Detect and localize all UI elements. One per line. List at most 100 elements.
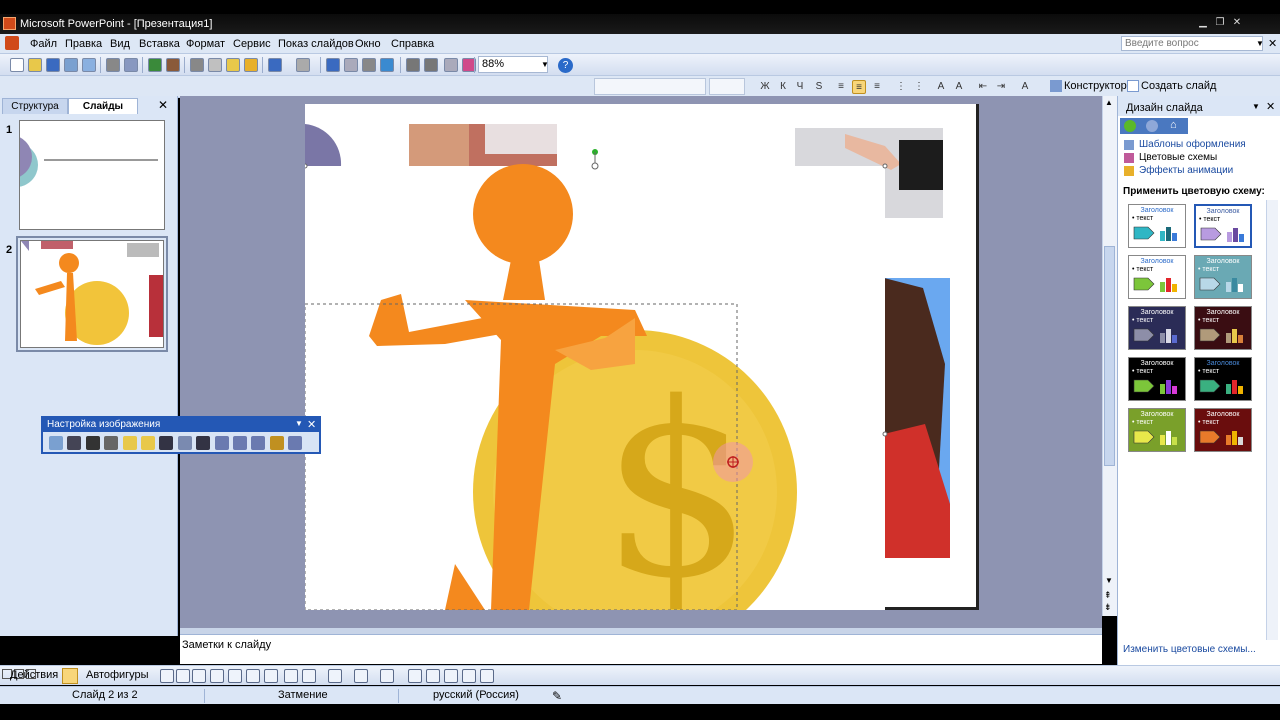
- link-edit-color-schemes[interactable]: Изменить цветовые схемы...: [1123, 644, 1256, 655]
- color-scheme-swatch[interactable]: Заголовок • текст: [1128, 408, 1186, 452]
- back-icon[interactable]: [1124, 120, 1136, 132]
- designer-button[interactable]: Конструктор: [1064, 80, 1127, 92]
- color-scheme-swatch[interactable]: Заголовок • текст: [1194, 408, 1252, 452]
- scroll-up-icon[interactable]: ▲: [1105, 98, 1113, 107]
- shadow-style-icon[interactable]: [462, 669, 476, 683]
- shadow-icon[interactable]: S: [812, 80, 826, 94]
- wordart-icon[interactable]: [246, 669, 260, 683]
- decrease-font-icon[interactable]: A: [952, 80, 966, 94]
- color-scheme-swatch[interactable]: Заголовок • текст: [1128, 357, 1186, 401]
- close-icon[interactable]: ✕: [1230, 17, 1244, 29]
- menu-item[interactable]: Показ слайдов: [278, 38, 354, 50]
- cut-icon[interactable]: [190, 58, 204, 72]
- tab-slides[interactable]: Слайды: [68, 98, 138, 114]
- line-style-icon[interactable]: [408, 669, 422, 683]
- select-objects-icon[interactable]: [62, 668, 78, 684]
- document-icon[interactable]: [5, 36, 19, 50]
- copy-icon[interactable]: [208, 58, 222, 72]
- bold-icon[interactable]: Ж: [758, 80, 772, 94]
- more-brightness-icon[interactable]: [122, 436, 137, 450]
- link-animation-effects[interactable]: Эффекты анимации: [1139, 165, 1233, 176]
- transparent-color-icon[interactable]: [269, 436, 284, 450]
- task-pane-scrollbar[interactable]: [1266, 200, 1278, 640]
- previous-slide-icon[interactable]: ⇞: [1104, 590, 1112, 601]
- increase-indent-icon[interactable]: ⇥: [994, 80, 1008, 94]
- align-left-icon[interactable]: ≡: [834, 80, 848, 94]
- menu-item[interactable]: Вид: [110, 38, 130, 50]
- fill-color-icon[interactable]: [328, 669, 342, 683]
- numbering-icon[interactable]: ⋮: [894, 80, 908, 94]
- less-contrast-icon[interactable]: [104, 436, 119, 450]
- current-slide[interactable]: $: [305, 104, 979, 610]
- font-color-icon[interactable]: [380, 669, 394, 683]
- zoom-box[interactable]: 88%: [478, 56, 548, 73]
- compress-icon[interactable]: [214, 436, 229, 450]
- align-right-icon[interactable]: ≡: [870, 80, 884, 94]
- font-name-select[interactable]: [594, 78, 706, 95]
- autoshapes-menu[interactable]: Автофигуры: [86, 669, 149, 681]
- menu-item[interactable]: Формат: [186, 38, 225, 50]
- scroll-down-icon[interactable]: ▼: [1105, 576, 1113, 585]
- line-icon[interactable]: [160, 669, 174, 683]
- tables-borders-icon[interactable]: [362, 58, 376, 72]
- menu-item[interactable]: Справка: [391, 38, 434, 50]
- pane-menu-icon[interactable]: ▼: [1252, 102, 1260, 111]
- bullets-icon[interactable]: ⋮: [912, 80, 926, 94]
- diagram-icon[interactable]: [264, 669, 278, 683]
- reset-picture-icon[interactable]: [288, 436, 303, 450]
- toolbar-options-icon[interactable]: ▼: [295, 419, 303, 428]
- format-painter-icon[interactable]: [244, 58, 258, 72]
- close-task-pane-icon[interactable]: ✕: [1266, 100, 1275, 113]
- italic-icon[interactable]: К: [776, 80, 790, 94]
- zoom-dropdown-icon[interactable]: ▼: [541, 60, 549, 69]
- research-icon[interactable]: [166, 58, 180, 72]
- rotate-left-icon[interactable]: [177, 436, 192, 450]
- save-icon[interactable]: [46, 58, 60, 72]
- powerpoint-app-icon[interactable]: [3, 17, 16, 30]
- less-brightness-icon[interactable]: [141, 436, 155, 450]
- open-icon[interactable]: [28, 58, 42, 72]
- scroll-thumb[interactable]: [1104, 246, 1115, 466]
- menu-item[interactable]: Файл: [30, 38, 57, 50]
- close-document-icon[interactable]: ✕: [1268, 37, 1277, 50]
- ask-dropdown-icon[interactable]: ▼: [1256, 39, 1264, 48]
- paste-icon[interactable]: [226, 58, 240, 72]
- color-scheme-swatch[interactable]: Заголовок • текст: [1194, 306, 1252, 350]
- minimize-icon[interactable]: ▁: [1196, 17, 1210, 29]
- show-formatting-icon[interactable]: [424, 58, 438, 72]
- email-icon[interactable]: [82, 58, 96, 72]
- insert-hyperlink-icon[interactable]: [380, 58, 394, 72]
- insert-chart-icon[interactable]: [326, 58, 340, 72]
- increase-font-icon[interactable]: A: [934, 80, 948, 94]
- clip-art-icon[interactable]: [284, 669, 298, 683]
- color-scheme-swatch[interactable]: Заголовок • текст: [1194, 255, 1252, 299]
- notes-pane[interactable]: Заметки к слайду: [180, 634, 1102, 664]
- color-scheme-swatch[interactable]: Заголовок • текст: [1194, 357, 1252, 401]
- insert-table-icon[interactable]: [344, 58, 358, 72]
- print-preview-icon[interactable]: [124, 58, 138, 72]
- slide-thumbnail-1[interactable]: [19, 120, 165, 230]
- menu-item[interactable]: Вставка: [139, 38, 180, 50]
- actions-menu[interactable]: Действия: [10, 669, 58, 681]
- redo-icon[interactable]: [296, 58, 310, 72]
- insert-picture-icon[interactable]: [49, 436, 63, 450]
- line-style-icon[interactable]: [196, 436, 211, 450]
- recolor-icon[interactable]: [233, 436, 247, 450]
- ask-question-input[interactable]: Введите вопрос: [1121, 36, 1263, 51]
- slide-thumbnail-2[interactable]: [20, 240, 164, 348]
- menu-item[interactable]: Окно: [355, 38, 381, 50]
- vertical-scrollbar[interactable]: ▲ ▼ ⇞ ⇟: [1102, 96, 1117, 616]
- tab-outline[interactable]: Структура: [2, 98, 68, 114]
- new-icon[interactable]: [10, 58, 24, 72]
- color-scheme-swatch[interactable]: Заголовок • текст: [1128, 255, 1186, 299]
- arrow-style-icon[interactable]: [444, 669, 458, 683]
- spelling-icon[interactable]: ✎: [552, 689, 562, 703]
- home-icon[interactable]: ⌂: [1170, 119, 1177, 131]
- menu-item[interactable]: Сервис: [233, 38, 271, 50]
- undo-icon[interactable]: [268, 58, 282, 72]
- new-slide-button[interactable]: Создать слайд: [1141, 80, 1216, 92]
- menu-item[interactable]: Правка: [65, 38, 102, 50]
- color-scheme-swatch[interactable]: Заголовок • текст: [1128, 306, 1186, 350]
- grid-icon[interactable]: [444, 58, 458, 72]
- print-icon[interactable]: [106, 58, 120, 72]
